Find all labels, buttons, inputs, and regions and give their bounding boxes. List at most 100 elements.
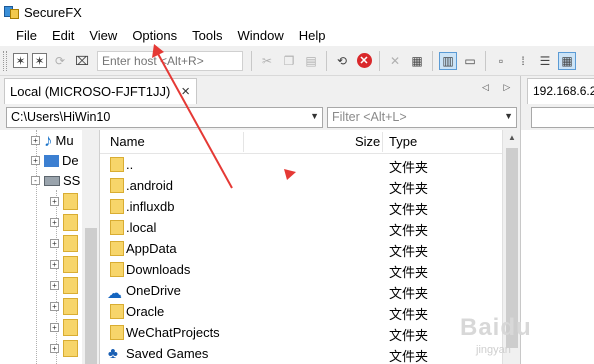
menu-edit[interactable]: Edit <box>46 28 80 43</box>
column-header-name[interactable]: Name <box>110 134 145 149</box>
connect-icon[interactable]: ✶ <box>13 53 28 68</box>
tab-remote[interactable]: 192.168.6.2 <box>527 78 594 104</box>
file-row[interactable]: AppData 文件夹 <box>100 238 502 259</box>
details-view-icon[interactable]: ▦ <box>558 51 576 70</box>
tree-item-desktop[interactable]: + De <box>31 150 79 171</box>
folder-icon <box>110 325 124 340</box>
tree-item-label: SS <box>63 173 81 188</box>
properties-icon[interactable]: ▦ <box>408 52 426 70</box>
tab-local-label: Local (MICROSO-FJFT1JJ) <box>10 84 171 99</box>
delete-icon[interactable]: ✕ <box>386 52 404 70</box>
tree-subfolder[interactable]: + <box>50 191 78 212</box>
tree-item-label: De <box>62 153 79 168</box>
window-title: SecureFX <box>24 4 82 20</box>
quick-connect-icon[interactable]: ✶ <box>32 53 47 68</box>
column-divider[interactable] <box>382 132 383 152</box>
folder-icon <box>110 220 124 235</box>
refresh-icon[interactable]: ⟲ <box>333 52 351 70</box>
watermark-text: Baidu <box>460 314 532 341</box>
local-filter-combo[interactable]: Filter <Alt+L> ▼ <box>327 107 517 128</box>
expand-icon[interactable]: + <box>31 156 40 165</box>
local-path-value: C:\Users\HiWin10 <box>11 110 111 124</box>
remote-path-row <box>520 104 594 130</box>
tree-item-music[interactable]: + ♪ Mu <box>31 130 74 151</box>
toolbar-separator <box>379 50 380 71</box>
expand-icon[interactable]: + <box>31 136 40 145</box>
folder-icon <box>63 256 78 273</box>
toolbar-grip[interactable] <box>3 50 7 71</box>
expand-icon[interactable]: + <box>50 344 59 353</box>
host-input[interactable] <box>97 50 243 71</box>
folder-tree[interactable]: + ♪ Mu + De - SS + + + + + + + + <box>0 130 100 364</box>
securefx-app-icon <box>4 4 20 20</box>
file-row[interactable]: .. 文件夹 <box>100 154 502 175</box>
file-row[interactable]: Downloads 文件夹 <box>100 259 502 280</box>
list-view-icon[interactable]: ☰ <box>536 52 554 70</box>
stop-icon[interactable]: ✕ <box>355 52 373 70</box>
scroll-up-icon[interactable]: ▲ <box>508 133 516 142</box>
menu-window[interactable]: Window <box>231 28 289 43</box>
file-type: 文件夹 <box>389 244 429 259</box>
menu-tools[interactable]: Tools <box>186 28 228 43</box>
menu-file[interactable]: File <box>10 28 43 43</box>
tree-subfolder[interactable]: + <box>50 296 78 317</box>
toolbar-separator <box>326 50 327 71</box>
file-row[interactable]: ☁ OneDrive 文件夹 <box>100 280 502 302</box>
remote-path-combo[interactable] <box>531 107 594 128</box>
large-icons-icon[interactable]: ▫ <box>492 52 510 70</box>
tree-item-drive[interactable]: - SS <box>31 170 80 191</box>
tab-remote-label: 192.168.6.2 <box>533 84 594 98</box>
expand-icon[interactable]: + <box>50 260 59 269</box>
menu-options[interactable]: Options <box>126 28 183 43</box>
paste-icon[interactable]: ▤ <box>302 52 320 70</box>
tab-scroll-arrows-icon[interactable]: ◁ ▷ <box>482 82 516 93</box>
file-type: 文件夹 <box>389 328 429 343</box>
tab-local[interactable]: Local (MICROSO-FJFT1JJ) × <box>4 78 197 104</box>
expand-icon[interactable]: + <box>50 281 59 290</box>
folder-icon <box>110 199 124 214</box>
expand-icon[interactable]: + <box>50 302 59 311</box>
filter-placeholder: Filter <Alt+L> <box>332 110 407 124</box>
file-row[interactable]: .android 文件夹 <box>100 175 502 196</box>
small-icons-icon[interactable]: ⁞ <box>514 52 532 70</box>
expand-icon[interactable]: + <box>50 197 59 206</box>
tree-subfolder[interactable]: + <box>50 338 78 359</box>
file-type: 文件夹 <box>389 202 429 217</box>
tree-subfolder[interactable]: + <box>50 317 78 338</box>
tree-scrollbar[interactable] <box>82 130 99 364</box>
cut-icon[interactable]: ✂ <box>258 52 276 70</box>
tree-subfolder[interactable]: + <box>50 233 78 254</box>
tree-subfolder[interactable]: + <box>50 275 78 296</box>
music-icon: ♪ <box>44 130 53 150</box>
tree-subfolder[interactable]: + <box>50 212 78 233</box>
column-divider[interactable] <box>243 132 244 152</box>
tree-view-icon[interactable]: ▥ <box>439 51 457 70</box>
file-type: 文件夹 <box>389 265 429 280</box>
copy-icon[interactable]: ❐ <box>280 52 298 70</box>
expand-icon[interactable]: + <box>50 323 59 332</box>
menu-help[interactable]: Help <box>293 28 332 43</box>
toolbar-separator <box>432 50 433 71</box>
local-path-combo[interactable]: C:\Users\HiWin10 ▼ <box>6 107 323 128</box>
file-row[interactable]: .local 文件夹 <box>100 217 502 238</box>
tree-scrollbar-thumb[interactable] <box>85 228 97 364</box>
collapse-icon[interactable]: - <box>31 176 40 185</box>
expand-icon[interactable]: + <box>50 218 59 227</box>
transfer-queue-icon[interactable]: ▭ <box>461 52 479 70</box>
chevron-down-icon[interactable]: ▼ <box>310 111 319 121</box>
reconnect-icon[interactable]: ⟳ <box>51 52 69 70</box>
chevron-down-icon[interactable]: ▼ <box>504 111 513 121</box>
folder-icon <box>110 262 124 277</box>
watermark-subtext: jingyan <box>476 344 511 356</box>
column-header-size[interactable]: Size <box>355 134 380 149</box>
folder-icon <box>110 178 124 193</box>
file-row[interactable]: .influxdb 文件夹 <box>100 196 502 217</box>
expand-icon[interactable]: + <box>50 239 59 248</box>
close-tab-icon[interactable]: × <box>181 83 190 100</box>
column-header-type[interactable]: Type <box>389 134 417 149</box>
menu-view[interactable]: View <box>83 28 123 43</box>
file-name: WeChatProjects <box>126 325 220 340</box>
file-name: AppData <box>126 241 177 256</box>
disconnect-icon[interactable]: ⌧ <box>73 52 91 70</box>
tree-subfolder[interactable]: + <box>50 254 78 275</box>
